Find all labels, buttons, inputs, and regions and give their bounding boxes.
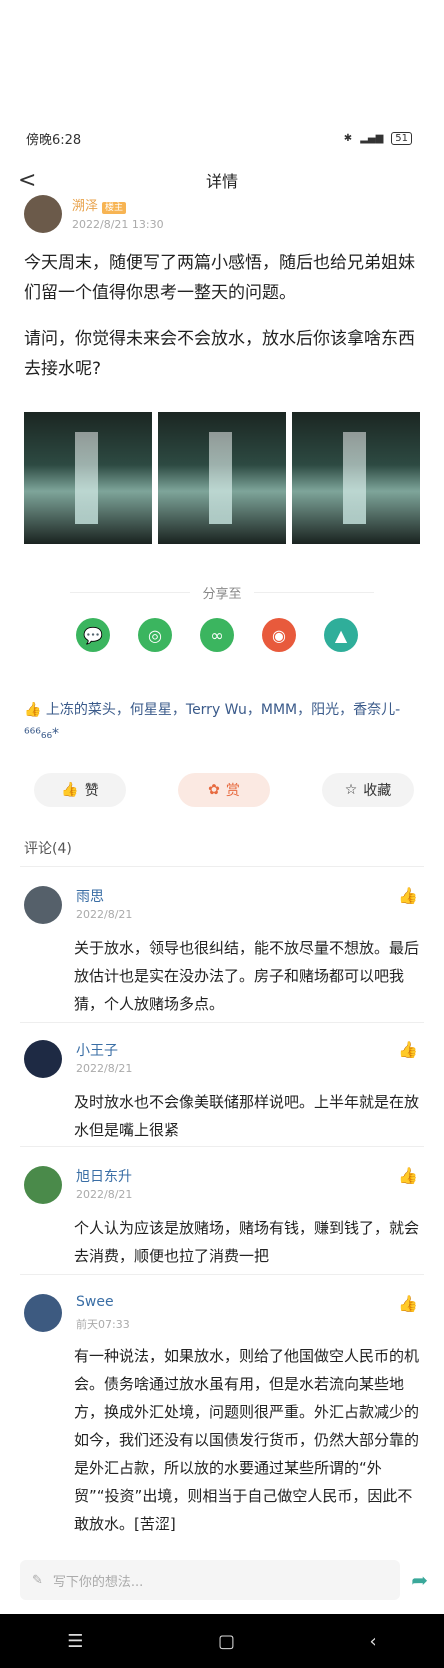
comment-text: 关于放水，领导也很纠结，能不放尽量不想放。最后放估计也是实在没办法了。房子和赌场… [74,939,420,1013]
divider [70,592,190,593]
share-buttons: 💬 ◎ ∞ ◉ ▲ [76,618,358,652]
comment-date: 前天07:33 [76,1318,130,1331]
system-nav-bar: ☰ ▢ ‹ [0,1614,444,1668]
liker-names[interactable]: 上冻的菜头，何星星，Terry Wu，MMM，阳光，香奈儿-⁶⁶⁶₆₆* [24,702,400,742]
back-icon[interactable]: ‹ [370,1631,377,1652]
share-label: 分享至 [202,587,242,602]
menu-icon[interactable]: ☰ [67,1631,83,1652]
signal-icon: ▂▄▆ [360,132,384,144]
star-icon: ☆ [344,782,358,798]
author-avatar[interactable] [24,195,62,233]
like-label: 赞 [84,783,99,799]
commenter-name[interactable]: 旭日东升 [76,1166,132,1186]
comment-text: 个人认为应该是放赌场，赌场有钱，赚到钱了，就会去消费，顺便也拉了消费一把 [74,1219,420,1265]
comment-like-icon[interactable]: 👍 [398,1040,418,1059]
divider [20,866,424,867]
commenter-name[interactable]: Swee [76,1294,114,1310]
avatar[interactable] [24,1294,62,1332]
link-icon[interactable]: ∞ [200,618,234,652]
comment-like-icon[interactable]: 👍 [398,886,418,905]
post-image[interactable] [292,412,420,544]
pencil-icon: ✎ [32,1572,43,1588]
divider [20,1274,424,1275]
comment-text: 及时放水也不会像美联储那样说吧。上半年就是在放水但是嘴上很紧 [74,1093,420,1139]
post-paragraph-2: 请问，你觉得未来会不会放水，放水后你该拿啥东西去接水呢? [24,329,415,379]
post-image[interactable] [24,412,152,544]
divider [254,592,374,593]
back-button[interactable]: < [18,168,36,193]
post-date: 2022/8/21 13:30 [72,218,164,231]
commenter-name[interactable]: 小王子 [76,1040,118,1060]
page-title: 详情 [205,172,238,191]
likes-list: 👍 上冻的菜头，何星星，Terry Wu，MMM，阳光，香奈儿-⁶⁶⁶₆₆* [24,698,404,746]
divider [20,1022,424,1023]
thumbs-up-icon: 👍 [61,782,79,798]
avatar[interactable] [24,886,62,924]
battery-indicator: 51 [391,131,412,145]
reward-label: 赏 [225,783,240,799]
commenter-name[interactable]: 雨思 [76,886,104,906]
avatar[interactable] [24,1040,62,1078]
collect-label: 收藏 [363,783,392,799]
author-info: 溯泽 楼主 2022/8/21 13:30 [24,195,164,233]
owner-badge: 楼主 [102,202,127,214]
avatar[interactable] [24,1166,62,1204]
like-button[interactable]: 👍 赞 [34,773,126,807]
comment-input-placeholder: 写下你的想法... [52,1574,144,1590]
wechat-icon[interactable]: 💬 [76,618,110,652]
post-image[interactable] [158,412,286,544]
reward-button[interactable]: ✿ 赏 [178,773,270,807]
moments-icon[interactable]: ◎ [138,618,172,652]
comment-like-icon[interactable]: 👍 [398,1294,418,1313]
post-images [24,412,422,544]
reward-icon: ✿ [208,782,220,798]
divider [20,1146,424,1147]
comment-text: 有一种说法，如果放水，则给了他国做空人民币的机会。债务啥通过放水虽有用，但是水若… [74,1347,420,1533]
author-name[interactable]: 溯泽 [72,199,98,214]
share-arrow-icon[interactable]: ➦ [411,1568,428,1592]
status-bar: 傍晚6:28 ✱ ▂▄▆ 51 [0,118,444,158]
image-share-icon[interactable]: ▲ [324,618,358,652]
home-icon[interactable]: ▢ [218,1631,235,1652]
status-icons: ✱ ▂▄▆ 51 [343,131,412,145]
comment-date: 2022/8/21 [76,1062,133,1075]
bluetooth-icon: ✱ [343,132,353,144]
comments-title: 评论(4) [24,841,72,857]
weibo-icon[interactable]: ◉ [262,618,296,652]
comment-input[interactable]: ✎ 写下你的想法... [20,1560,400,1600]
post-paragraph-1: 今天周末，随便写了两篇小感悟，随后也给兄弟姐妹们留一个值得你思考一整天的问题。 [24,253,415,303]
thumbs-up-icon: 👍 [24,702,42,718]
action-buttons: 👍 赞 ✿ 赏 ☆ 收藏 [34,773,414,807]
comment-like-icon[interactable]: 👍 [398,1166,418,1185]
share-section: 分享至 [0,583,444,602]
status-time: 傍晚6:28 [26,132,82,148]
comment-date: 2022/8/21 [76,908,133,921]
comment-date: 2022/8/21 [76,1188,133,1201]
collect-button[interactable]: ☆ 收藏 [322,773,414,807]
